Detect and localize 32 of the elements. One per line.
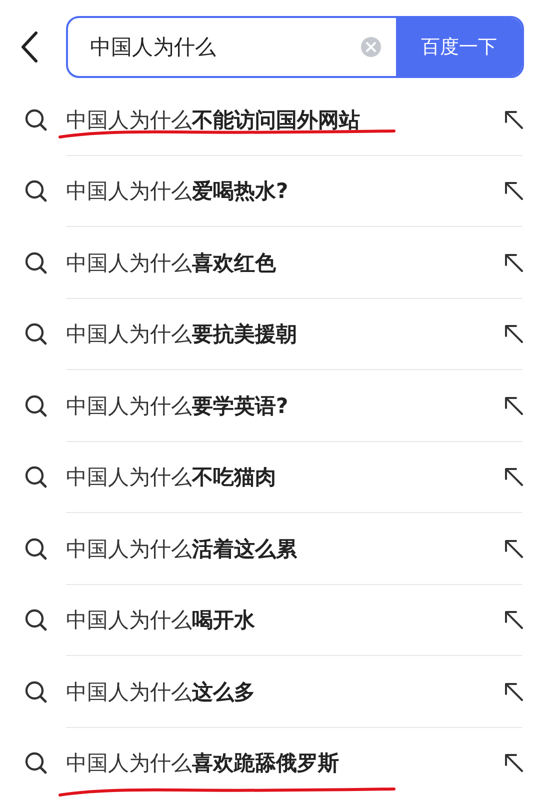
search-icon — [24, 680, 48, 704]
search-icon — [24, 108, 48, 132]
fill-query-arrow-icon[interactable] — [503, 252, 525, 274]
fill-query-arrow-icon[interactable] — [503, 680, 525, 703]
suggestion-item[interactable]: 中国人为什么喝开水 — [66, 606, 503, 634]
search-icon — [24, 179, 48, 204]
suggestion-item[interactable]: 中国人为什么喜欢红色 — [66, 248, 503, 277]
suggestion-item[interactable]: 中国人为什么不吃猫肉 — [66, 463, 503, 492]
search-icon — [24, 536, 48, 561]
suggestion-item[interactable]: 中国人为什么不能访问国外网站 — [66, 106, 503, 134]
fill-query-arrow-icon[interactable] — [503, 538, 525, 560]
suggestion-item[interactable]: 中国人为什么这么多 — [66, 678, 503, 706]
search-field[interactable]: 中国人为什么 百度一下 — [66, 16, 524, 78]
fill-query-arrow-icon[interactable] — [503, 752, 525, 774]
search-icon — [24, 322, 48, 346]
search-icon — [24, 250, 48, 275]
suggestion-item[interactable]: 中国人为什么爱喝热水? — [66, 177, 503, 206]
fill-query-arrow-icon[interactable] — [503, 323, 525, 346]
search-button[interactable]: 百度一下 — [396, 18, 522, 76]
fill-query-arrow-icon[interactable] — [503, 180, 525, 202]
fill-query-arrow-icon[interactable] — [503, 466, 525, 488]
suggestion-item[interactable]: 中国人为什么要学英语? — [66, 392, 503, 420]
fill-query-arrow-icon[interactable] — [503, 394, 525, 417]
suggestion-item[interactable]: 中国人为什么喜欢跪舔俄罗斯 — [66, 749, 503, 778]
search-icon — [24, 751, 48, 776]
fill-query-arrow-icon[interactable] — [503, 609, 525, 632]
suggestion-item[interactable]: 中国人为什么活着这么累 — [66, 534, 503, 563]
search-icon — [24, 608, 48, 632]
search-icon — [24, 465, 48, 490]
search-icon — [24, 394, 48, 418]
fill-query-arrow-icon[interactable] — [503, 108, 525, 131]
suggestion-item[interactable]: 中国人为什么要抗美援朝 — [66, 320, 503, 348]
